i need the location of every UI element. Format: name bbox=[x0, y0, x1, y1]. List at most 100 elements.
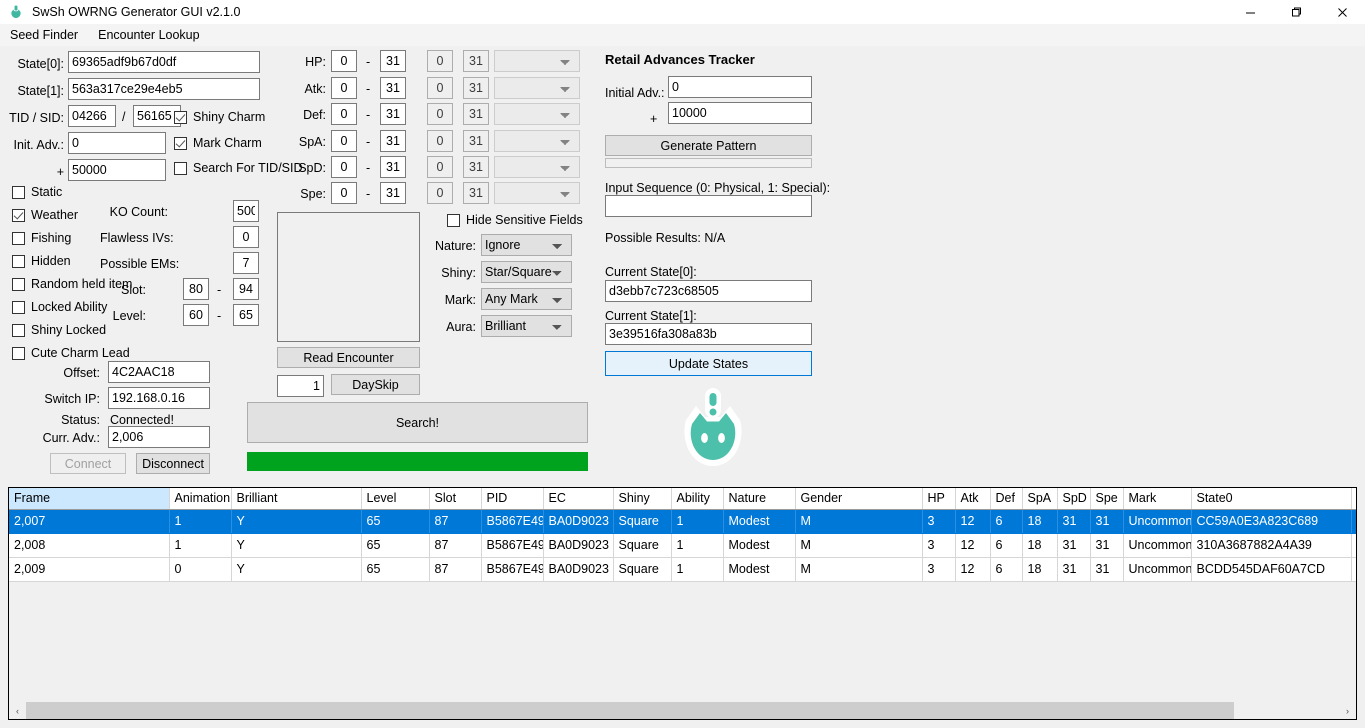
state0-input[interactable] bbox=[68, 51, 260, 73]
table-row[interactable]: 2,008 1 Y 65 87 B5867E49 BA0D9023 Square… bbox=[9, 533, 1356, 558]
col-header-spa[interactable]: SpA bbox=[1022, 488, 1058, 510]
col-header-def[interactable]: Def bbox=[990, 488, 1023, 510]
hidden-power-spd-select[interactable] bbox=[494, 156, 580, 178]
menu-item-encounter-lookup[interactable]: Encounter Lookup bbox=[88, 26, 209, 44]
close-button[interactable] bbox=[1319, 0, 1365, 24]
curr-adv-input[interactable] bbox=[108, 426, 210, 448]
generate-pattern-button[interactable]: Generate Pattern bbox=[605, 135, 812, 156]
flawless-ivs-input[interactable] bbox=[233, 226, 259, 248]
iv-def-max[interactable] bbox=[380, 103, 406, 125]
cute-charm-lead-label: Cute Charm Lead bbox=[31, 346, 130, 360]
flag-hidden[interactable]: Hidden bbox=[12, 254, 71, 268]
encounter-slot-listbox[interactable] bbox=[277, 212, 420, 342]
mark-select[interactable]: Any Mark bbox=[481, 288, 572, 310]
flag-locked-ability[interactable]: Locked Ability bbox=[12, 300, 107, 314]
iv-hp-max[interactable] bbox=[380, 50, 406, 72]
search-tid-sid-checkbox[interactable]: Search For TID/SID bbox=[174, 161, 303, 175]
col-header-state1[interactable]: State1 bbox=[1351, 488, 1356, 510]
hidden-power-spa-select[interactable] bbox=[494, 130, 580, 152]
scroll-left-icon[interactable]: ‹ bbox=[9, 702, 26, 719]
col-header-frame[interactable]: Frame bbox=[9, 488, 170, 510]
col-header-animation[interactable]: Animation bbox=[169, 488, 232, 510]
aura-select[interactable]: Brilliant bbox=[481, 315, 572, 337]
col-header-spe[interactable]: Spe bbox=[1090, 488, 1124, 510]
iv-spd-min[interactable] bbox=[331, 156, 357, 178]
update-states-button[interactable]: Update States bbox=[605, 351, 812, 376]
tracker-plus-input[interactable] bbox=[668, 102, 812, 124]
iv-spa-min[interactable] bbox=[331, 130, 357, 152]
current-state1-input[interactable] bbox=[605, 323, 812, 345]
col-header-hp[interactable]: HP bbox=[922, 488, 956, 510]
col-header-pid[interactable]: PID bbox=[481, 488, 544, 510]
col-header-slot[interactable]: Slot bbox=[429, 488, 482, 510]
nature-select[interactable]: Ignore bbox=[481, 234, 572, 256]
dayskip-count-input[interactable] bbox=[277, 375, 324, 397]
adv-range-input[interactable] bbox=[68, 159, 166, 181]
col-header-gender[interactable]: Gender bbox=[795, 488, 923, 510]
input-sequence-input[interactable] bbox=[605, 195, 812, 217]
col-header-spd[interactable]: SpD bbox=[1057, 488, 1091, 510]
col-header-shiny[interactable]: Shiny bbox=[613, 488, 672, 510]
hide-sensitive-fields-checkbox[interactable]: Hide Sensitive Fields bbox=[447, 213, 583, 227]
horizontal-scrollbar[interactable]: ‹ › bbox=[9, 702, 1356, 719]
state1-input[interactable] bbox=[68, 78, 260, 100]
shiny-charm-checkbox[interactable]: Shiny Charm bbox=[174, 110, 265, 124]
slot-dash: - bbox=[217, 283, 222, 297]
col-header-nature[interactable]: Nature bbox=[723, 488, 796, 510]
col-header-state0[interactable]: State0 bbox=[1191, 488, 1352, 510]
flag-fishing[interactable]: Fishing bbox=[12, 231, 71, 245]
read-encounter-button[interactable]: Read Encounter bbox=[277, 347, 420, 368]
tid-input[interactable] bbox=[68, 105, 116, 127]
iv-atk-max[interactable] bbox=[380, 77, 406, 99]
iv-spa-max[interactable] bbox=[380, 130, 406, 152]
scrollbar-thumb[interactable] bbox=[26, 702, 1234, 719]
col-header-brilliant[interactable]: Brilliant bbox=[231, 488, 362, 510]
iv-spe-max[interactable] bbox=[380, 182, 406, 204]
iv-atk-min[interactable] bbox=[331, 77, 357, 99]
col-header-ability[interactable]: Ability bbox=[671, 488, 724, 510]
current-state0-input[interactable] bbox=[605, 280, 812, 302]
col-header-atk[interactable]: Atk bbox=[955, 488, 991, 510]
flag-static[interactable]: Static bbox=[12, 185, 62, 199]
iv-def-min[interactable] bbox=[331, 103, 357, 125]
scroll-right-icon[interactable]: › bbox=[1339, 702, 1356, 719]
possible-ems-input[interactable] bbox=[233, 252, 259, 274]
hidden-power-spe-select[interactable] bbox=[494, 182, 580, 204]
cell-spe: 31 bbox=[1090, 509, 1124, 534]
offset-input[interactable] bbox=[108, 361, 210, 383]
ko-count-input[interactable] bbox=[233, 200, 259, 222]
shiny-select[interactable]: Star/Square bbox=[481, 261, 572, 283]
switch-ip-input[interactable] bbox=[108, 387, 210, 409]
iv-spe-min[interactable] bbox=[331, 182, 357, 204]
results-grid[interactable]: Frame Animation Brilliant Level Slot PID… bbox=[8, 487, 1357, 720]
iv-hp-min[interactable] bbox=[331, 50, 357, 72]
cell-spa: 18 bbox=[1022, 533, 1058, 558]
slot-min-input[interactable] bbox=[183, 278, 209, 300]
table-row[interactable]: 2,007 1 Y 65 87 B5867E49 BA0D9023 Square… bbox=[9, 509, 1356, 534]
init-adv-input[interactable] bbox=[68, 132, 166, 154]
level-min-input[interactable] bbox=[183, 304, 209, 326]
hidden-power-def-select[interactable] bbox=[494, 103, 580, 125]
search-button[interactable]: Search! bbox=[247, 402, 588, 443]
scrollbar-track[interactable] bbox=[26, 702, 1339, 719]
menu-item-seed-finder[interactable]: Seed Finder bbox=[0, 26, 88, 44]
col-header-mark[interactable]: Mark bbox=[1123, 488, 1192, 510]
initial-adv-input[interactable] bbox=[668, 76, 812, 98]
hidden-power-atk-select[interactable] bbox=[494, 77, 580, 99]
iv-spd-max[interactable] bbox=[380, 156, 406, 178]
dayskip-button[interactable]: DaySkip bbox=[331, 374, 420, 395]
col-header-ec[interactable]: EC bbox=[543, 488, 614, 510]
connect-button[interactable]: Connect bbox=[50, 453, 126, 474]
col-header-level[interactable]: Level bbox=[361, 488, 430, 510]
level-max-input[interactable] bbox=[233, 304, 259, 326]
flag-weather[interactable]: Weather bbox=[12, 208, 78, 222]
flag-cute-charm-lead[interactable]: Cute Charm Lead bbox=[12, 346, 130, 360]
slot-max-input[interactable] bbox=[233, 278, 259, 300]
minimize-button[interactable] bbox=[1227, 0, 1273, 24]
table-row[interactable]: 2,009 0 Y 65 87 B5867E49 BA0D9023 Square… bbox=[9, 557, 1356, 582]
maximize-button[interactable] bbox=[1273, 0, 1319, 24]
mark-charm-checkbox[interactable]: Mark Charm bbox=[174, 136, 262, 150]
flag-shiny-locked[interactable]: Shiny Locked bbox=[12, 323, 106, 337]
disconnect-button[interactable]: Disconnect bbox=[136, 453, 210, 474]
hidden-power-hp-select[interactable] bbox=[494, 50, 580, 72]
